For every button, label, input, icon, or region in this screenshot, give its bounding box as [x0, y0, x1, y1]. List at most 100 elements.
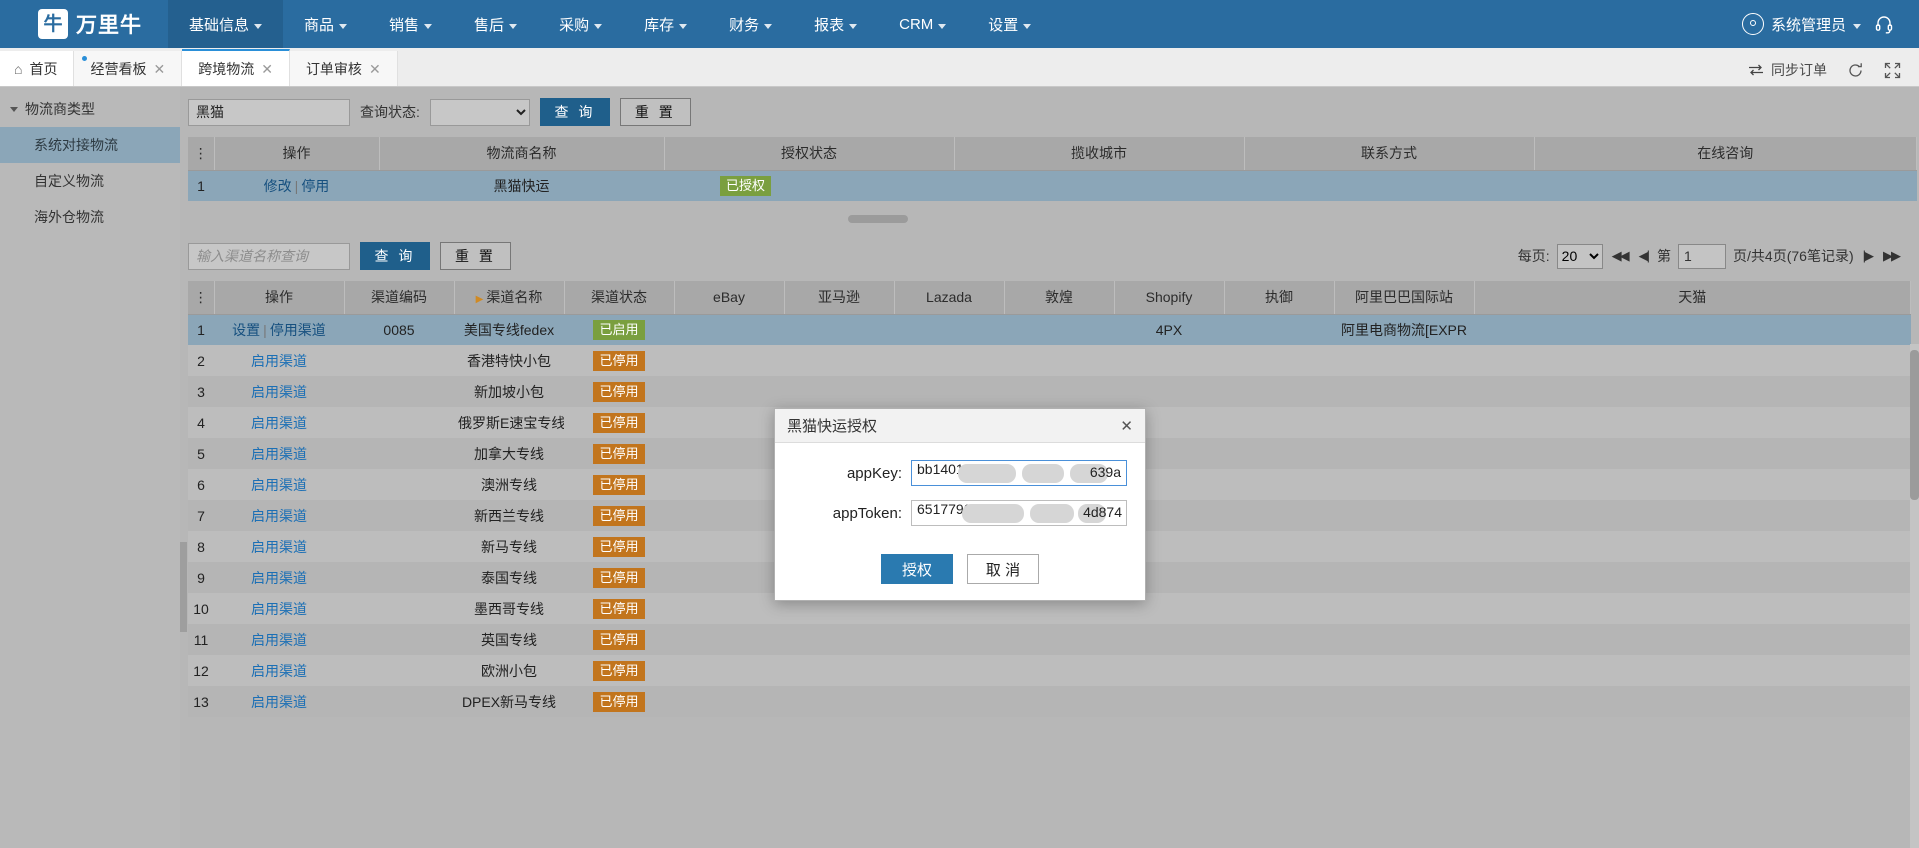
carrier-hscroll-thumb[interactable] — [848, 215, 908, 223]
column-header-4[interactable]: 渠道状态 — [564, 281, 675, 315]
channel-reset-button[interactable]: 重 置 — [440, 242, 511, 270]
table-row[interactable]: 13 启用渠道 DPEX新马专线 已停用 — [188, 686, 1911, 717]
action-link[interactable]: 启用渠道 — [251, 570, 307, 586]
tab-1[interactable]: 经营看板 ✕ — [74, 51, 183, 86]
tab-close-icon[interactable]: ✕ — [369, 62, 381, 76]
nav-item-0[interactable]: 基础信息 — [168, 0, 284, 48]
table-row[interactable]: 2 启用渠道 香港特快小包 已停用 — [188, 345, 1911, 376]
nav-item-2[interactable]: 销售 — [368, 0, 453, 48]
brand-logo[interactable]: 牛 万里牛 — [0, 0, 168, 48]
column-header-8[interactable]: 敦煌 — [1004, 281, 1115, 315]
nav-item-6[interactable]: 财务 — [708, 0, 793, 48]
tab-label: 跨境物流 — [198, 60, 255, 77]
table-row[interactable]: 1 设置 | 停用渠道 0085 美国专线fedex 已启用 4PX 阿里电商物流[EXPR — [188, 314, 1911, 345]
nav-item-9[interactable]: 设置 — [967, 0, 1052, 48]
nav-item-1[interactable]: 商品 — [283, 0, 368, 48]
action-link[interactable]: 启用渠道 — [251, 415, 307, 431]
column-options-icon[interactable]: ⋮ — [188, 137, 215, 171]
page-vertical-scrollbar[interactable] — [1910, 344, 1919, 848]
refresh-button[interactable] — [1847, 62, 1864, 79]
table-row[interactable]: 11 启用渠道 英国专线 已停用 — [188, 624, 1911, 655]
channel-table-vscroll-left[interactable] — [180, 542, 187, 632]
column-header-label: eBay — [713, 289, 745, 306]
last-page-button[interactable]: ▶▶ — [1881, 248, 1901, 264]
action-link[interactable]: 启用渠道 — [251, 384, 307, 400]
action-link[interactable]: 启用渠道 — [251, 539, 307, 555]
close-icon[interactable]: ✕ — [1120, 417, 1133, 435]
action-link[interactable]: 启用渠道 — [251, 663, 307, 679]
table-row[interactable]: 12 启用渠道 欧洲小包 已停用 — [188, 655, 1911, 686]
action-link[interactable]: 修改 — [264, 178, 292, 194]
column-header-10[interactable]: 执御 — [1224, 281, 1335, 315]
apptoken-field[interactable]: 6517790 4d874 — [911, 500, 1127, 526]
column-header-12[interactable]: 天猫 — [1474, 281, 1911, 315]
column-header-5[interactable]: eBay — [674, 281, 785, 315]
next-page-button[interactable]: |▶ — [1861, 248, 1874, 264]
nav-item-4[interactable]: 采购 — [538, 0, 623, 48]
tab-0[interactable]: ⌂ 首页 — [0, 51, 75, 86]
column-header-3[interactable]: ▶ 渠道名称 — [454, 281, 565, 315]
row-actions: 启用渠道 — [214, 593, 344, 624]
cancel-button[interactable]: 取 消 — [967, 554, 1039, 584]
authorize-button[interactable]: 授权 — [881, 554, 953, 584]
support-headset-icon[interactable] — [1871, 11, 1897, 37]
page-number-input[interactable] — [1678, 243, 1727, 269]
column-header-1[interactable]: 操作 — [214, 281, 345, 315]
action-link[interactable]: 停用 — [301, 178, 329, 194]
channel-tmall — [1474, 345, 1911, 376]
action-link[interactable]: 启用渠道 — [251, 694, 307, 710]
carrier-reset-button[interactable]: 重 置 — [619, 98, 691, 126]
tab-3[interactable]: 订单审核 ✕ — [289, 51, 398, 86]
column-header-4[interactable]: 揽收城市 — [954, 137, 1245, 171]
column-header-11[interactable]: 阿里巴巴国际站 — [1334, 281, 1475, 315]
channel-name: 欧洲小包 — [454, 655, 564, 686]
user-menu[interactable]: 系统管理员 — [1736, 13, 1867, 35]
sidebar-item-0[interactable]: 系统对接物流 — [0, 127, 180, 163]
table-row[interactable]: 1 修改 | 停用 黑猫快运 已授权 — [188, 170, 1917, 201]
appkey-field[interactable]: bb14012 639a — [911, 460, 1127, 486]
sync-orders-button[interactable]: 同步订单 — [1748, 60, 1827, 80]
sidebar-item-2[interactable]: 海外仓物流 — [0, 199, 180, 235]
tab-2[interactable]: 跨境物流 ✕ — [182, 49, 290, 86]
column-header-2[interactable]: 渠道编码 — [344, 281, 455, 315]
action-link[interactable]: 启用渠道 — [251, 446, 307, 462]
tab-close-icon[interactable]: ✕ — [261, 62, 273, 76]
column-header-label: 天猫 — [1678, 289, 1707, 306]
column-header-1[interactable]: 操作 — [214, 137, 380, 171]
column-options-icon[interactable]: ⋮ — [188, 281, 215, 315]
nav-item-8[interactable]: CRM — [878, 0, 967, 48]
column-header-6[interactable]: 亚马逊 — [784, 281, 895, 315]
vertical-scroll-thumb[interactable] — [1910, 350, 1919, 500]
column-header-5[interactable]: 联系方式 — [1244, 137, 1535, 171]
action-link[interactable]: 启用渠道 — [251, 632, 307, 648]
sidebar-group-carrier-type[interactable]: 物流商类型 — [0, 91, 180, 127]
carrier-search-input[interactable] — [188, 98, 350, 126]
action-link[interactable]: 启用渠道 — [251, 477, 307, 493]
nav-item-3[interactable]: 售后 — [453, 0, 538, 48]
channel-search-input[interactable] — [188, 242, 350, 270]
action-link[interactable]: 启用渠道 — [251, 353, 307, 369]
action-link[interactable]: 停用渠道 — [270, 322, 326, 338]
prev-page-button[interactable]: ◀| — [1637, 248, 1650, 264]
carrier-filter-bar: 查询状态: 查 询 重 置 — [180, 87, 1919, 137]
carrier-query-button[interactable]: 查 询 — [539, 98, 610, 126]
table-row[interactable]: 3 启用渠道 新加坡小包 已停用 — [188, 376, 1911, 407]
nav-item-7[interactable]: 报表 — [793, 0, 878, 48]
action-link[interactable]: 启用渠道 — [251, 601, 307, 617]
action-link[interactable]: 启用渠道 — [251, 508, 307, 524]
carrier-table-hscrollbar[interactable] — [188, 209, 1911, 231]
nav-item-5[interactable]: 库存 — [623, 0, 708, 48]
per-page-select[interactable]: 2050100 — [1556, 243, 1603, 269]
column-header-6[interactable]: 在线咨询 — [1534, 137, 1917, 171]
column-header-7[interactable]: Lazada — [894, 281, 1005, 315]
channel-query-button[interactable]: 查 询 — [360, 242, 430, 270]
first-page-button[interactable]: ◀◀ — [1610, 248, 1630, 264]
fullscreen-button[interactable] — [1884, 62, 1901, 79]
carrier-status-select[interactable] — [429, 98, 530, 126]
column-header-2[interactable]: 物流商名称 — [379, 137, 665, 171]
column-header-9[interactable]: Shopify — [1114, 281, 1225, 315]
action-link[interactable]: 设置 — [232, 322, 260, 338]
column-header-3[interactable]: 授权状态 — [664, 137, 955, 171]
sidebar-item-1[interactable]: 自定义物流 — [0, 163, 180, 199]
tab-close-icon[interactable]: ✕ — [153, 62, 165, 76]
